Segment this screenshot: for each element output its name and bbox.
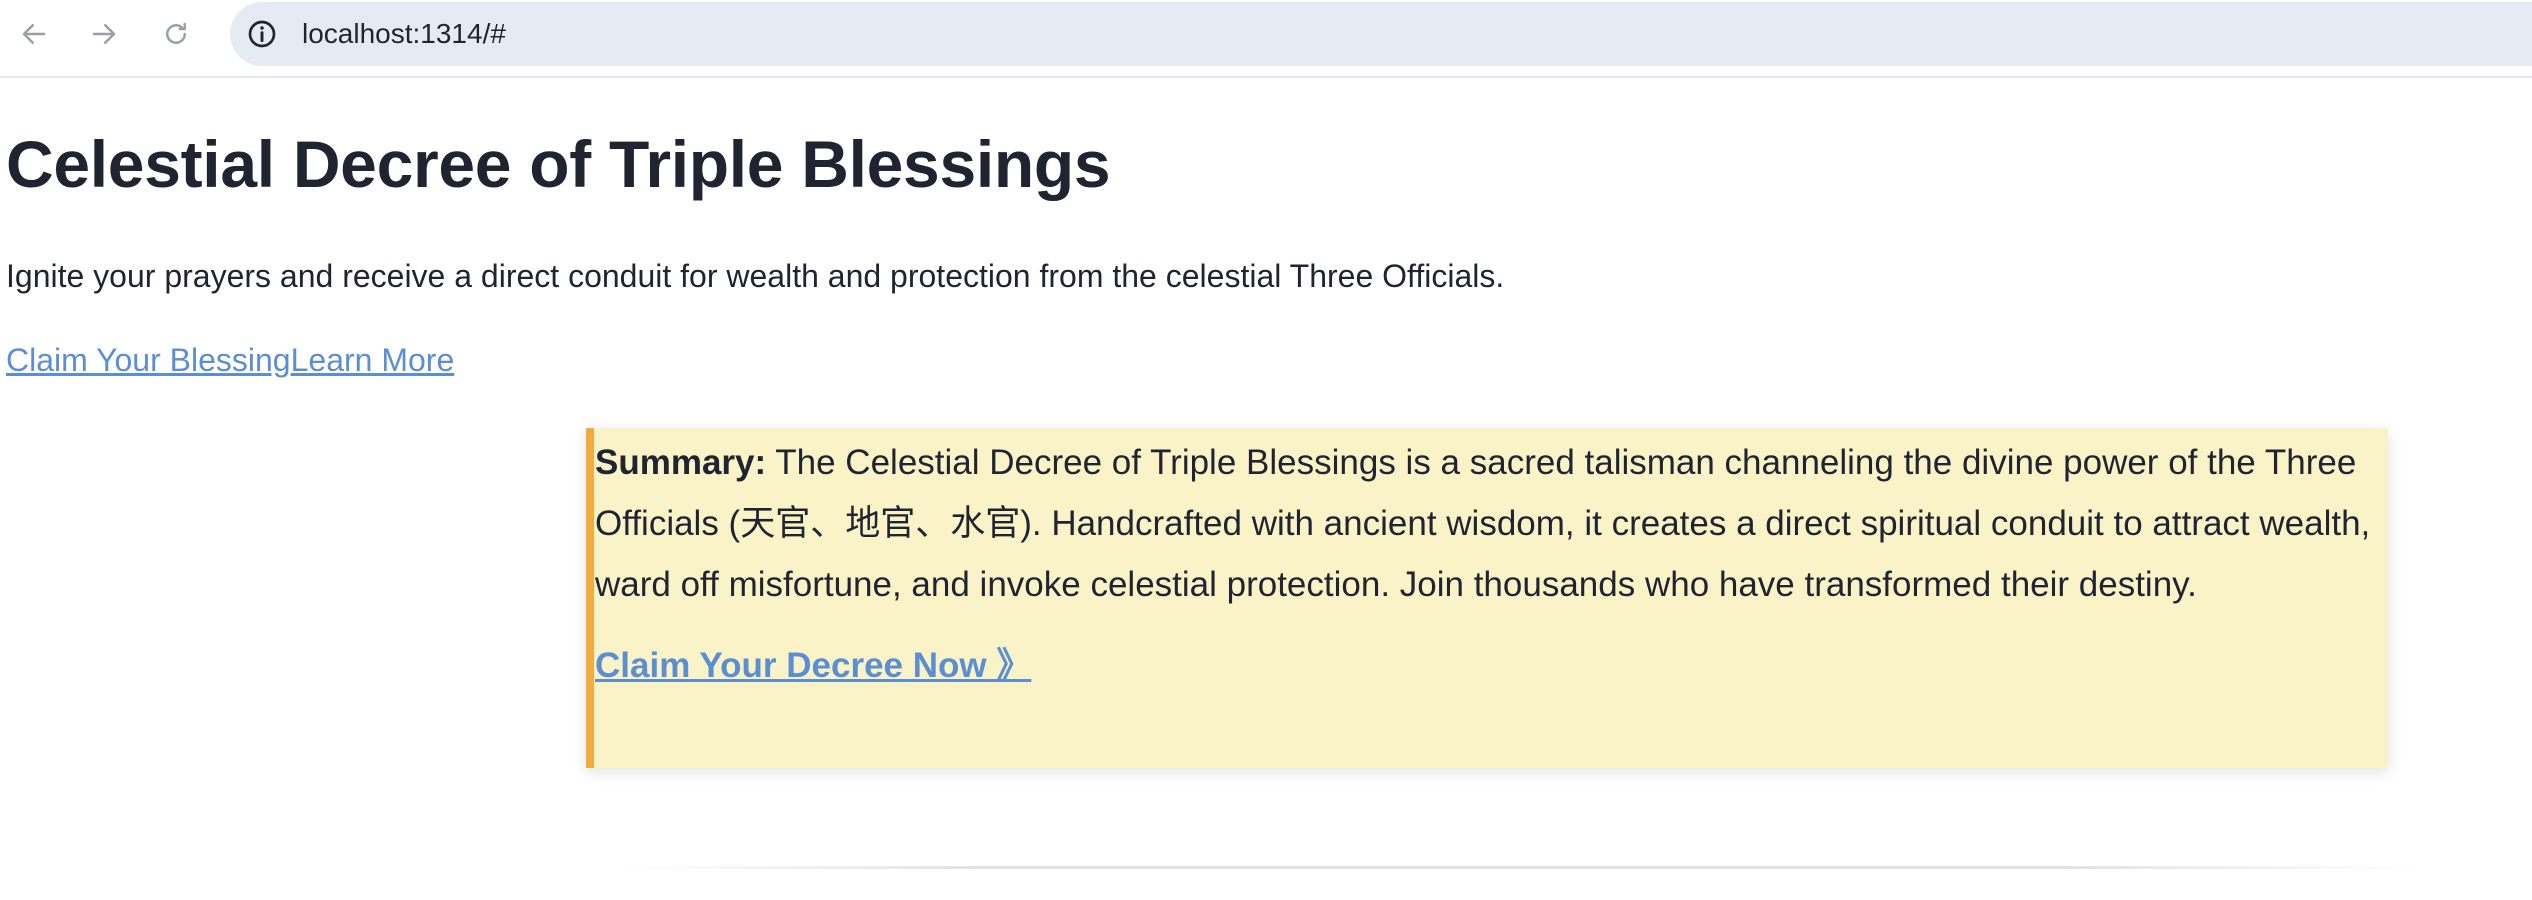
claim-blessing-link[interactable]: Claim Your Blessing xyxy=(6,342,291,378)
hero-cta-row: Claim Your BlessingLearn More xyxy=(6,342,454,379)
back-button[interactable] xyxy=(12,12,56,56)
arrow-left-icon xyxy=(22,24,46,44)
arrow-right-icon xyxy=(92,24,116,44)
url-text: localhost:1314/# xyxy=(302,18,506,49)
hero-subtitle: Ignite your prayers and receive a direct… xyxy=(6,258,1505,294)
site-info-icon[interactable] xyxy=(240,12,284,56)
summary-paragraph: Summary: The Celestial Decree of Triple … xyxy=(595,432,2374,615)
address-bar[interactable]: localhost:1314/# xyxy=(230,2,2532,66)
forward-button[interactable] xyxy=(82,12,126,56)
summary-callout: Summary: The Celestial Decree of Triple … xyxy=(586,428,2388,768)
reload-button[interactable] xyxy=(154,12,198,56)
section-divider xyxy=(620,866,2420,869)
browser-toolbar: localhost:1314/# xyxy=(0,0,2532,78)
learn-more-link[interactable]: Learn More xyxy=(291,342,455,378)
reload-icon xyxy=(166,22,186,44)
page-title: Celestial Decree of Triple Blessings xyxy=(6,127,1111,201)
summary-body: The Celestial Decree of Triple Blessings… xyxy=(595,443,2371,604)
summary-label: Summary: xyxy=(595,443,767,482)
claim-decree-link[interactable]: Claim Your Decree Now 》 xyxy=(595,637,1031,688)
